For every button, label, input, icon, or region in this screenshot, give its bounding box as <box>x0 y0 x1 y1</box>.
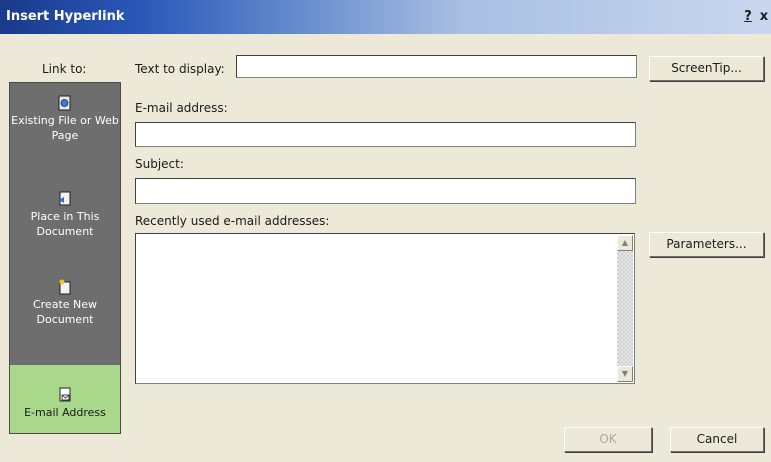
screentip-button[interactable]: ScreenTip... <box>649 56 764 81</box>
window-title: Insert Hyperlink <box>6 9 125 24</box>
subject-input[interactable] <box>135 178 636 204</box>
document-place-icon <box>59 191 71 206</box>
link-create-new-document-label: Create New Document <box>32 298 98 326</box>
email-address-label: E-mail address: <box>135 101 228 115</box>
link-place-in-this-document[interactable]: Place in This Document <box>10 191 120 263</box>
link-email-address-label: E-mail Address <box>24 406 106 419</box>
link-place-in-document-label: Place in This Document <box>30 210 100 238</box>
recent-addresses-list[interactable]: ▲ ▼ <box>135 233 635 384</box>
subject-label: Subject: <box>135 157 184 171</box>
link-to-label: Link to: <box>42 62 87 76</box>
link-to-bar: Existing File or Web Page Place in This … <box>9 82 121 434</box>
ok-button[interactable]: OK <box>564 427 652 452</box>
link-email-address[interactable]: E-mail Address <box>10 365 120 433</box>
link-existing-file-label: Existing File or Web Page <box>11 114 119 142</box>
text-to-display-input[interactable] <box>236 55 637 78</box>
help-button[interactable]: ? <box>741 10 755 24</box>
parameters-button[interactable]: Parameters... <box>649 232 764 257</box>
scroll-down-icon[interactable]: ▼ <box>617 366 633 382</box>
text-to-display-label: Text to display: <box>135 62 225 76</box>
email-address-icon <box>59 387 71 402</box>
title-bar: Insert Hyperlink ? x <box>0 0 771 34</box>
link-existing-file-or-web-page[interactable]: Existing File or Web Page <box>10 95 120 167</box>
link-create-new-document[interactable]: Create New Document <box>10 279 120 351</box>
cancel-button[interactable]: Cancel <box>670 427 764 452</box>
scroll-up-icon[interactable]: ▲ <box>617 235 633 251</box>
email-address-input[interactable] <box>135 122 636 147</box>
new-document-icon <box>59 279 71 295</box>
recent-addresses-label: Recently used e-mail addresses: <box>135 214 330 228</box>
web-page-icon <box>58 95 71 111</box>
close-button[interactable]: x <box>757 10 771 24</box>
recent-list-scrollbar[interactable]: ▲ ▼ <box>617 235 633 382</box>
